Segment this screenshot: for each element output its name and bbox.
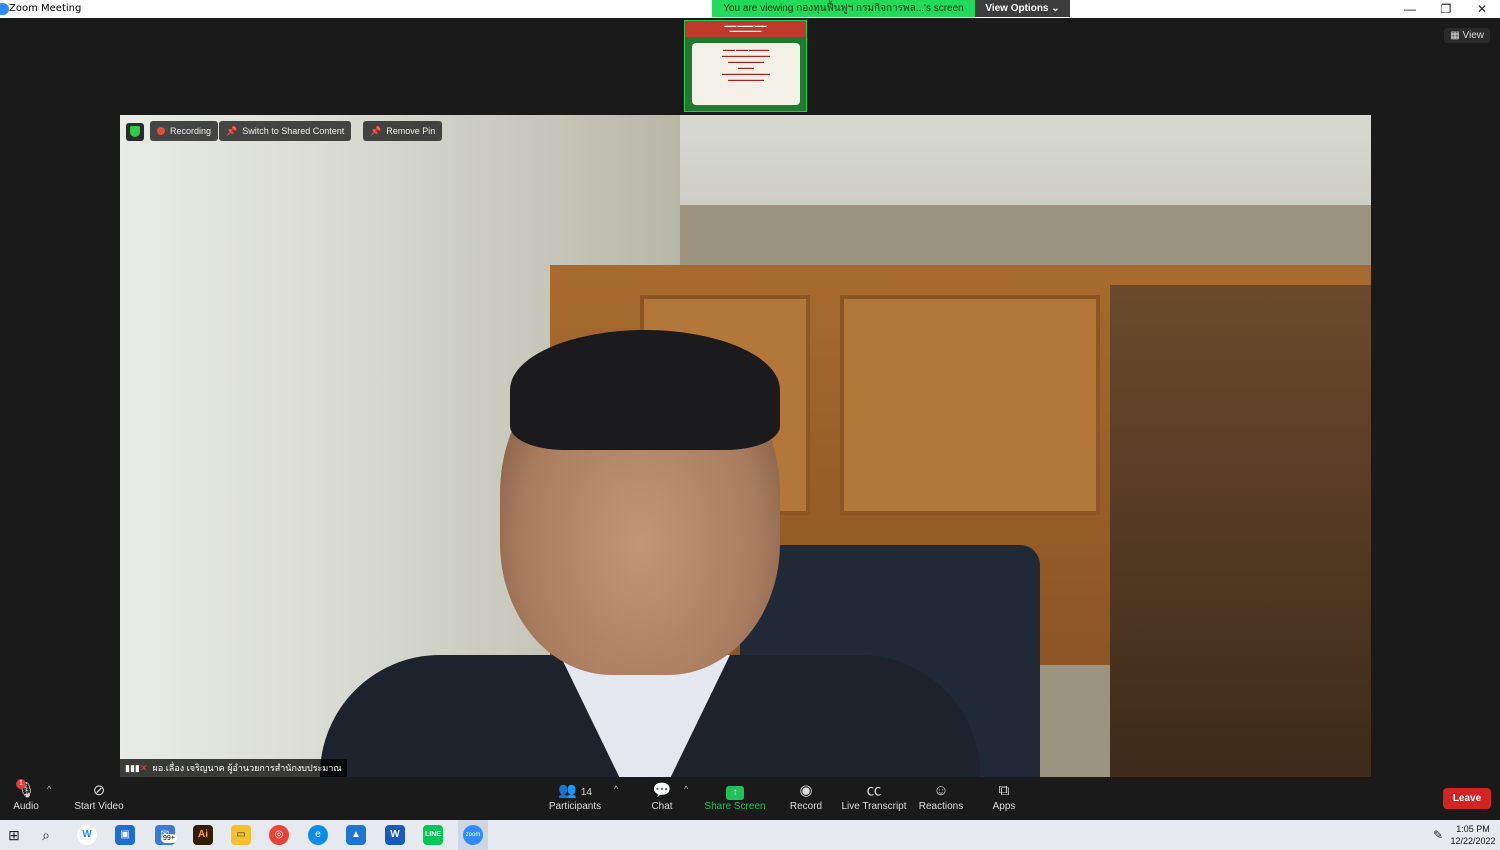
audio-alert-badge: 1 bbox=[16, 779, 26, 789]
share-screen-icon: ↑ bbox=[703, 781, 767, 801]
share-screen-button[interactable]: ↑ Share Screen bbox=[703, 781, 767, 812]
minimize-button[interactable]: — bbox=[1392, 0, 1428, 18]
reactions-button[interactable]: ☺ Reactions bbox=[917, 781, 965, 812]
thumbnail-header: ▬▬▬ ▬▬▬▬ ▬▬▬ ▬▬▬▬▬▬▬▬ bbox=[685, 21, 806, 37]
window-title: Zoom Meeting bbox=[9, 3, 82, 14]
mail-badge: 99+ bbox=[161, 834, 177, 843]
store-icon[interactable]: ▣ bbox=[115, 825, 135, 845]
chat-icon: 💬 bbox=[652, 782, 672, 799]
illustrator-icon[interactable]: Ai bbox=[193, 825, 213, 845]
record-dot-icon bbox=[157, 127, 165, 135]
participants-icon: 👥 14 bbox=[558, 782, 592, 799]
smiley-icon: ☺ bbox=[933, 782, 949, 799]
thumbnail-card: ▬▬▬ ▬▬▬ ▬▬▬▬▬ ▬▬▬▬▬▬▬▬▬▬▬▬ ▬▬▬▬▬▬▬▬▬ ▬▬▬▬ ▬▬… bbox=[692, 43, 800, 105]
grid-icon: ▦ bbox=[1450, 30, 1463, 41]
viewing-banner: You are viewing กองทุนฟื้นฟูฯ กรมกิจการพ… bbox=[712, 0, 975, 17]
edge-icon[interactable]: e bbox=[308, 825, 328, 845]
mail-icon[interactable]: ✉99+ bbox=[155, 825, 177, 845]
participants-button[interactable]: 👥 14 Participants bbox=[545, 781, 605, 812]
closed-caption-icon: ㏄ bbox=[866, 782, 882, 799]
apps-button[interactable]: ⧉ Apps bbox=[988, 781, 1020, 812]
restore-button[interactable]: ❐ bbox=[1428, 0, 1464, 18]
line-icon[interactable]: LINE bbox=[423, 825, 443, 845]
glass-shelf bbox=[1110, 285, 1371, 777]
pin-icon: 📌 bbox=[226, 126, 238, 136]
windows-start-icon[interactable]: ⊞ bbox=[4, 825, 24, 845]
system-clock[interactable]: 1:05 PM 12/22/2022 bbox=[1448, 823, 1498, 847]
signal-icon: ▮▮▮ bbox=[125, 763, 140, 773]
recording-indicator[interactable]: Recording bbox=[150, 121, 219, 141]
speaker-hair bbox=[510, 330, 780, 450]
muted-mic-icon: ✕ bbox=[140, 763, 148, 773]
audio-button[interactable]: 🎙 1 Audio bbox=[8, 779, 44, 812]
remove-pin-button[interactable]: 📌 Remove Pin bbox=[363, 121, 443, 141]
pin-icon: 📌 bbox=[370, 126, 382, 136]
zoom-logo-icon bbox=[0, 3, 9, 15]
microphone-icon: 🎙 1 bbox=[16, 779, 36, 799]
encryption-shield-icon[interactable] bbox=[126, 123, 144, 141]
leave-button[interactable]: Leave bbox=[1443, 788, 1491, 809]
chat-button[interactable]: 💬 Chat bbox=[646, 781, 678, 812]
participant-name-tag: ▮▮▮✕ ผอ.เลื่อง เจริญนาค ผู้อำนวยการสำนักง… bbox=[120, 759, 347, 777]
word-icon[interactable]: W bbox=[385, 825, 405, 845]
start-video-button[interactable]: ⊘ Start Video bbox=[70, 781, 128, 812]
record-icon: ◉ bbox=[799, 782, 813, 799]
chrome-icon[interactable]: ◎ bbox=[269, 825, 289, 845]
live-transcript-button[interactable]: ㏄ Live Transcript bbox=[840, 781, 908, 812]
photos-icon[interactable]: ▲ bbox=[346, 825, 366, 845]
cabinet-door-right bbox=[840, 295, 1100, 515]
video-off-icon: ⊘ bbox=[92, 782, 106, 799]
view-options-button[interactable]: View Options ⌄ bbox=[975, 0, 1070, 17]
zoom-taskbar-icon[interactable]: zoom bbox=[463, 825, 483, 845]
participants-caret[interactable]: ^ bbox=[614, 784, 618, 794]
view-button[interactable]: ▦ View bbox=[1444, 28, 1490, 43]
record-button[interactable]: ◉ Record bbox=[786, 781, 826, 812]
close-button[interactable]: ✕ bbox=[1464, 0, 1500, 18]
widgets-icon[interactable]: W bbox=[77, 825, 97, 845]
meeting-stage: ▦ View ▬▬▬ ▬▬▬▬ ▬▬▬ ▬▬▬▬▬▬▬▬ ▬▬▬ ▬▬▬ ▬▬▬▬… bbox=[0, 18, 1500, 778]
meeting-toolbar: 🎙 1 Audio ^ ⊘ Start Video 👥 14 Participan… bbox=[0, 778, 1500, 820]
switch-to-shared-content-button[interactable]: 📌 Switch to Shared Content bbox=[219, 121, 352, 141]
active-speaker-video: Recording 📌 Switch to Shared Content 📌 Rem… bbox=[120, 115, 1371, 777]
apps-icon: ⧉ bbox=[998, 782, 1010, 799]
file-explorer-icon[interactable]: ▭ bbox=[231, 825, 251, 845]
chat-caret[interactable]: ^ bbox=[684, 784, 688, 794]
audio-options-caret[interactable]: ^ bbox=[47, 784, 51, 794]
search-icon[interactable]: ⌕ bbox=[36, 825, 56, 845]
windows-taskbar: ⊞ ⌕ W ▣ ✉99+ Ai ▭ ◎ e ▲ W LINE zoom ✎ 1:… bbox=[0, 820, 1500, 850]
pen-icon[interactable]: ✎ bbox=[1428, 825, 1448, 845]
shared-content-thumbnail[interactable]: ▬▬▬ ▬▬▬▬ ▬▬▬ ▬▬▬▬▬▬▬▬ ▬▬▬ ▬▬▬ ▬▬▬▬▬ ▬▬▬▬▬▬… bbox=[684, 20, 807, 112]
